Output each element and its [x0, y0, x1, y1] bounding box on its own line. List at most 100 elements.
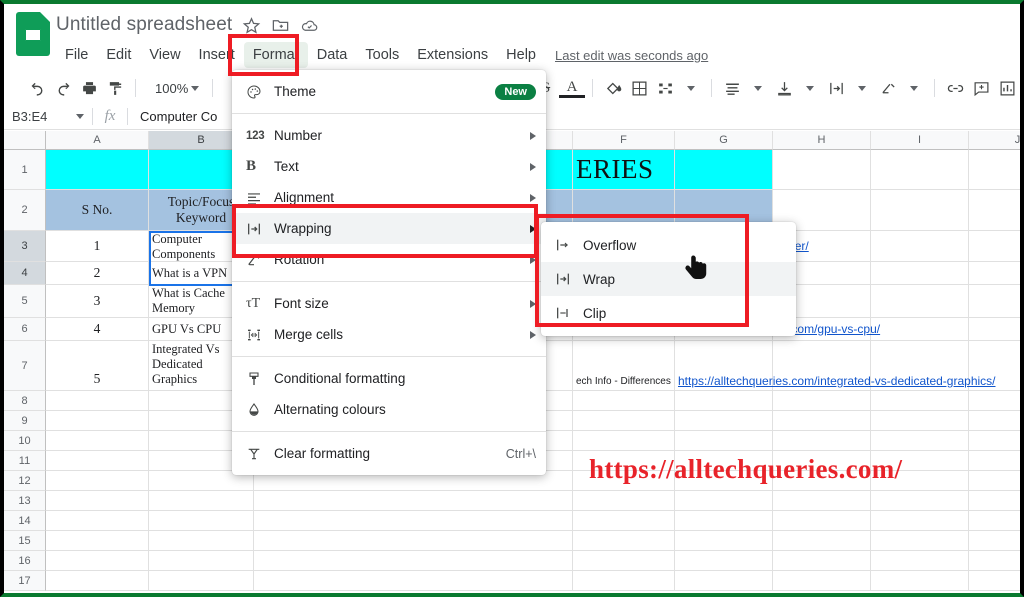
vertical-align-icon[interactable] — [771, 75, 797, 101]
row-header-11[interactable]: 11 — [4, 451, 46, 471]
select-all-corner[interactable] — [4, 131, 46, 150]
cell-g7-url[interactable]: https://alltechqueries.com/integrated-vs… — [675, 341, 996, 391]
menu-item-conditional-formatting[interactable]: Conditional formatting — [232, 363, 546, 394]
horizontal-align-icon[interactable] — [719, 75, 745, 101]
cell-g14[interactable] — [675, 511, 773, 531]
menu-help[interactable]: Help — [497, 42, 545, 68]
cell-h10[interactable] — [773, 431, 871, 451]
row-header-2[interactable]: 2 — [4, 190, 46, 231]
row-header-10[interactable]: 10 — [4, 431, 46, 451]
cell-row14-span[interactable] — [254, 511, 573, 531]
cell-i1[interactable] — [871, 150, 969, 190]
cell-g10[interactable] — [675, 431, 773, 451]
cell-a14[interactable] — [46, 511, 149, 531]
cell-j5[interactable] — [969, 285, 1020, 318]
cell-i8[interactable] — [871, 391, 969, 411]
cell-h13[interactable] — [773, 491, 871, 511]
menu-extensions[interactable]: Extensions — [408, 42, 497, 68]
cell-i4[interactable] — [871, 262, 969, 285]
cell-row16-span[interactable] — [254, 551, 573, 571]
cell-b14[interactable] — [149, 511, 254, 531]
cell-i5[interactable] — [871, 285, 969, 318]
menu-item-merge-cells[interactable]: Merge cells — [232, 319, 546, 350]
menu-format[interactable]: Format — [243, 42, 308, 68]
submenu-item-overflow[interactable]: Overflow — [541, 228, 796, 262]
insert-chart-icon[interactable] — [994, 75, 1020, 101]
cell-g9[interactable] — [675, 411, 773, 431]
column-header-g[interactable]: G — [675, 131, 773, 150]
menu-item-text[interactable]: B Text — [232, 151, 546, 182]
cell-g13[interactable] — [675, 491, 773, 511]
cell-i15[interactable] — [871, 531, 969, 551]
menu-item-alternating-colours[interactable]: Alternating colours — [232, 394, 546, 425]
cell-f15[interactable] — [573, 531, 675, 551]
menu-insert[interactable]: Insert — [190, 42, 244, 68]
name-box[interactable]: B3:E4 — [4, 109, 92, 124]
cell-j12[interactable] — [969, 471, 1020, 491]
cell-i13[interactable] — [871, 491, 969, 511]
menu-edit[interactable]: Edit — [97, 42, 140, 68]
cell-j14[interactable] — [969, 511, 1020, 531]
text-wrapping-icon[interactable] — [823, 75, 849, 101]
cell-f8[interactable] — [573, 391, 675, 411]
cell-h16[interactable] — [773, 551, 871, 571]
print-icon[interactable] — [76, 75, 102, 101]
cell-g8[interactable] — [675, 391, 773, 411]
rotation-dropdown-caret[interactable] — [901, 75, 927, 101]
cell-j16[interactable] — [969, 551, 1020, 571]
cell-a3-sno[interactable]: 1 — [46, 231, 149, 262]
menu-item-clear-formatting[interactable]: Clear formatting Ctrl+\ — [232, 438, 546, 469]
cell-f7-category[interactable]: ech Info - Differences — [573, 341, 675, 391]
menu-file[interactable]: File — [56, 42, 97, 68]
cell-f10[interactable] — [573, 431, 675, 451]
cell-a7-sno[interactable]: 5 — [46, 341, 149, 391]
cell-i6[interactable] — [871, 318, 969, 341]
cell-f13[interactable] — [573, 491, 675, 511]
cell-j6[interactable] — [969, 318, 1020, 341]
cell-j3[interactable] — [969, 231, 1020, 262]
cell-b17[interactable] — [149, 571, 254, 591]
row-header-12[interactable]: 12 — [4, 471, 46, 491]
merge-dropdown-caret[interactable] — [678, 75, 704, 101]
row-header-4[interactable]: 4 — [4, 262, 46, 285]
cell-a10[interactable] — [46, 431, 149, 451]
cell-h17[interactable] — [773, 571, 871, 591]
cell-row15-span[interactable] — [254, 531, 573, 551]
column-header-f[interactable]: F — [573, 131, 675, 150]
row-header-17[interactable]: 17 — [4, 571, 46, 591]
undo-icon[interactable] — [24, 75, 50, 101]
cell-j13[interactable] — [969, 491, 1020, 511]
menu-item-number[interactable]: 123 Number — [232, 120, 546, 151]
format-dropdown-menu[interactable]: Theme New 123 Number B Text Alignment Wr… — [232, 70, 546, 475]
cell-f17[interactable] — [573, 571, 675, 591]
cell-a4-sno[interactable]: 2 — [46, 262, 149, 285]
row-header-3[interactable]: 3 — [4, 231, 46, 262]
row-header-13[interactable]: 13 — [4, 491, 46, 511]
cell-f14[interactable] — [573, 511, 675, 531]
row-header-5[interactable]: 5 — [4, 285, 46, 318]
last-edit-status[interactable]: Last edit was seconds ago — [555, 48, 708, 63]
column-header-j[interactable]: J — [969, 131, 1020, 150]
row-header-7[interactable]: 7 — [4, 341, 46, 391]
wrapping-submenu[interactable]: Overflow Wrap Clip — [541, 222, 796, 336]
cell-g16[interactable] — [675, 551, 773, 571]
text-color-icon[interactable]: A — [559, 78, 585, 98]
cell-a8[interactable] — [46, 391, 149, 411]
cell-j17[interactable] — [969, 571, 1020, 591]
valign-dropdown-caret[interactable] — [797, 75, 823, 101]
cell-h14[interactable] — [773, 511, 871, 531]
paint-format-icon[interactable] — [102, 75, 128, 101]
cell-i17[interactable] — [871, 571, 969, 591]
insert-comment-icon[interactable] — [968, 75, 994, 101]
menu-tools[interactable]: Tools — [356, 42, 408, 68]
wrapping-dropdown-caret[interactable] — [849, 75, 875, 101]
cell-j9[interactable] — [969, 411, 1020, 431]
cell-a15[interactable] — [46, 531, 149, 551]
cell-j1[interactable] — [969, 150, 1020, 190]
menu-data[interactable]: Data — [308, 42, 357, 68]
cell-j4[interactable] — [969, 262, 1020, 285]
cell-b16[interactable] — [149, 551, 254, 571]
cell-a6-sno[interactable]: 4 — [46, 318, 149, 341]
zoom-selector[interactable]: 100% — [149, 81, 205, 96]
menu-item-theme[interactable]: Theme New — [232, 76, 546, 107]
